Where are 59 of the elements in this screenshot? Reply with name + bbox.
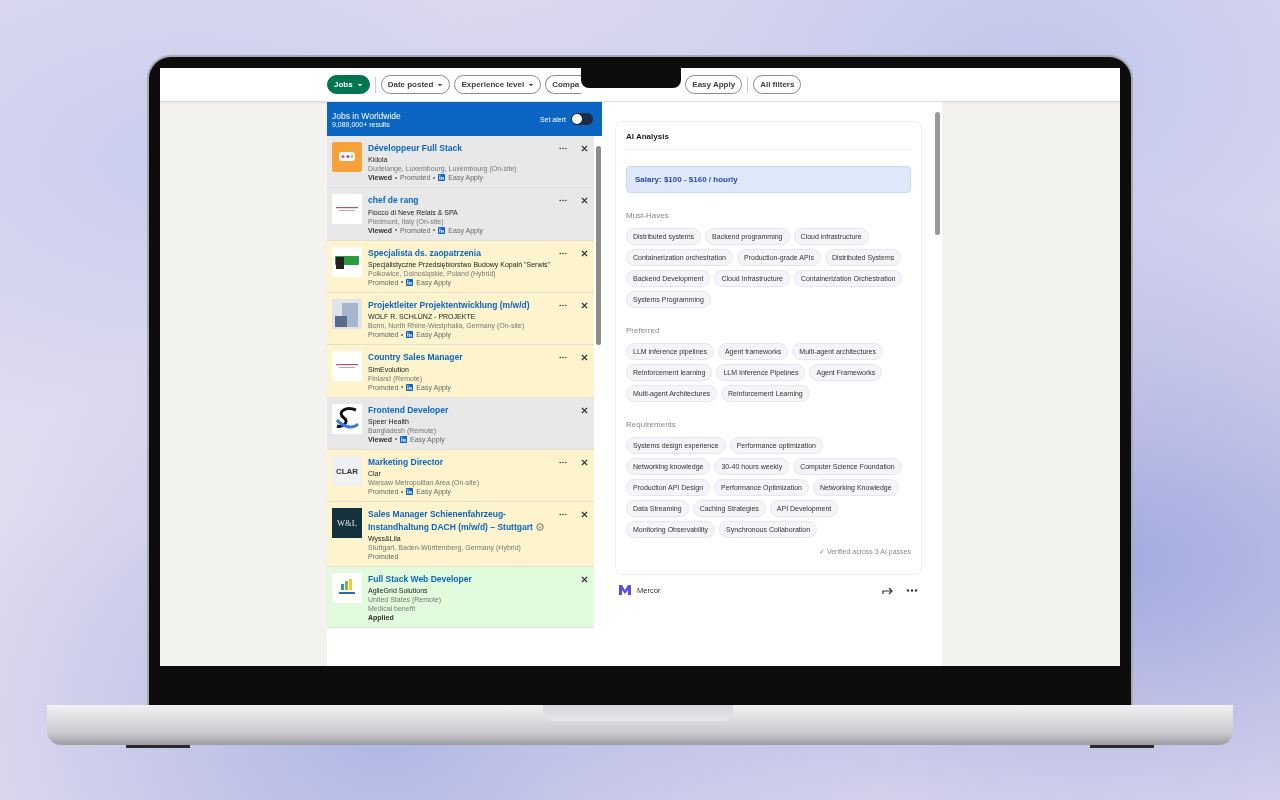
job-title[interactable]: Frontend Developer [368,403,567,416]
job-title[interactable]: Full Stack Web Developer [368,572,567,586]
company-logo [332,298,362,329]
close-icon[interactable] [581,249,588,257]
company-logo [332,403,362,434]
close-icon[interactable] [581,145,588,152]
filter-chip[interactable]: All filters [753,75,802,94]
salary-banner: Salary: $100 - $160 / hourly [626,166,911,193]
linkedin-icon [438,174,446,182]
company-logo [619,585,631,595]
company-logo [332,194,362,225]
linkedin-icon [406,278,414,286]
linkedin-icon [438,226,446,234]
section-title: Requirements [626,420,677,429]
company-logo [332,572,362,603]
section-title: Must-Haves [626,211,670,220]
close-icon[interactable] [581,511,588,519]
linkedin-icon [406,488,414,496]
more-icon[interactable] [559,251,567,255]
company-logo: W&L [332,508,362,539]
more-icon[interactable] [559,460,567,464]
job-title[interactable]: Sales Manager Schienenfahrzeug-Instandhaltung DACH (m/w/d) – Stuttgart [368,508,553,533]
filter-chip[interactable]: Date posted [380,75,451,94]
close-icon[interactable] [581,406,588,414]
card-title: AI Analysis [626,132,670,143]
linkedin-icon [406,383,414,391]
job-title[interactable]: Développeur Full Stack [368,142,553,155]
close-icon[interactable] [581,301,588,309]
scrollbar[interactable] [596,146,601,345]
filter-chip[interactable]: Easy Apply [685,75,743,94]
scrollbar[interactable] [935,112,940,235]
filter-chip[interactable]: Experience level [454,75,542,94]
job-title[interactable]: Country Sales Manager [368,351,553,364]
more-icon[interactable] [906,588,918,592]
more-icon[interactable] [559,199,567,203]
close-icon[interactable] [581,575,588,583]
company-logo [332,246,362,277]
job-title[interactable]: Marketing Director [368,455,553,469]
close-icon[interactable] [581,354,588,362]
linkedin-icon [406,331,414,339]
job-title[interactable]: Projektleiter Projektentwicklung (m/w/d) [368,298,553,312]
results-title: Jobs in Worldwide [332,110,402,121]
more-icon[interactable] [559,303,567,307]
close-icon[interactable] [581,458,588,466]
job-title[interactable]: chef de rang [368,194,553,207]
filter-chip[interactable]: Jobs [327,75,370,94]
filter-chip[interactable]: Compa [545,75,582,94]
more-icon[interactable] [559,147,567,150]
section-title: Preferred [626,326,661,335]
more-icon[interactable] [559,513,567,517]
job-title[interactable]: Specjalista ds. zaopatrzenia [368,246,553,259]
share-icon[interactable] [882,585,894,595]
alert-toggle[interactable] [571,113,593,125]
company-logo [332,142,362,172]
more-icon[interactable] [559,356,567,360]
close-icon[interactable] [581,197,588,205]
company-logo: CLAR [332,455,362,486]
linkedin-icon [400,435,407,443]
company-logo [332,351,362,382]
